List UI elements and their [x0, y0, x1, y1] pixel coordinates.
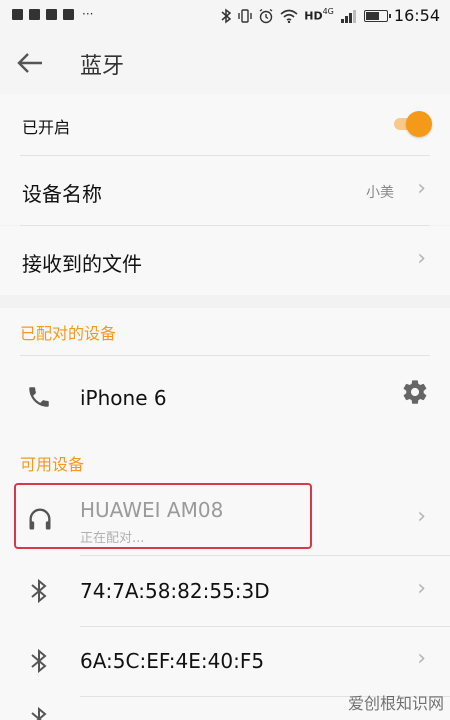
settings-gear-icon[interactable] [401, 378, 429, 406]
paired-section-title: 已配对的设备 [20, 324, 117, 343]
more-notifications: ··· [82, 7, 94, 21]
available-device-name: 74:7A:58:82:55:3D [80, 579, 270, 603]
available-device-row[interactable]: 74:7A:58:82:55:3D › [0, 556, 450, 626]
bluetooth-toggle[interactable] [394, 110, 432, 138]
available-section-title: 可用设备 [20, 455, 85, 474]
vibrate-icon [238, 8, 252, 23]
chevron-right-icon: › [417, 176, 426, 201]
battery-icon [363, 9, 391, 22]
chevron-right-icon: › [417, 246, 426, 271]
watermark: 爱创根知识网 [347, 694, 444, 713]
alarm-icon [259, 8, 273, 23]
available-device-name: 6A:5C:EF:4E:40:F5 [80, 649, 265, 673]
device-name-label: 设备名称 [22, 182, 102, 206]
app-notification-icon [63, 9, 74, 20]
device-name-value: 小美 [366, 185, 394, 201]
chevron-right-icon: › [417, 504, 426, 529]
bluetooth-icon [31, 706, 47, 720]
bluetooth-toggle-row[interactable]: 已开启 [0, 94, 450, 156]
network-type: HD4G [304, 7, 334, 23]
paired-device-row[interactable]: iPhone 6 [0, 356, 450, 438]
available-device-row[interactable]: 6A:5C:EF:4E:40:F5 › [0, 627, 450, 697]
received-files-label: 接收到的文件 [22, 252, 142, 276]
received-files-row[interactable]: 接收到的文件 › [0, 226, 450, 295]
clock: 16:54 [393, 6, 440, 25]
page-title: 蓝牙 [80, 54, 125, 79]
notification-icons: ··· [12, 7, 94, 21]
chevron-right-icon: › [417, 646, 426, 671]
chevron-right-icon: › [417, 576, 426, 601]
app-notification-icon [46, 9, 57, 20]
status-bar: ··· HD4G 16:54 [0, 0, 450, 32]
back-arrow-icon[interactable] [16, 50, 44, 76]
bluetooth-icon [31, 648, 47, 674]
toggle-label: 已开启 [22, 118, 71, 137]
paired-device-name: iPhone 6 [80, 386, 167, 410]
highlight-box [14, 483, 312, 549]
image-notification-icon [12, 9, 23, 20]
device-name-row[interactable]: 设备名称 小美 › [0, 156, 450, 225]
toggle-knob [406, 111, 432, 137]
phone-icon [29, 387, 49, 407]
signal-icon [340, 9, 356, 23]
bluetooth-icon [31, 578, 47, 604]
app-notification-icon [29, 9, 40, 20]
bluetooth-status-icon [221, 8, 232, 23]
wifi-icon [280, 9, 298, 23]
app-bar: 蓝牙 [0, 32, 450, 94]
